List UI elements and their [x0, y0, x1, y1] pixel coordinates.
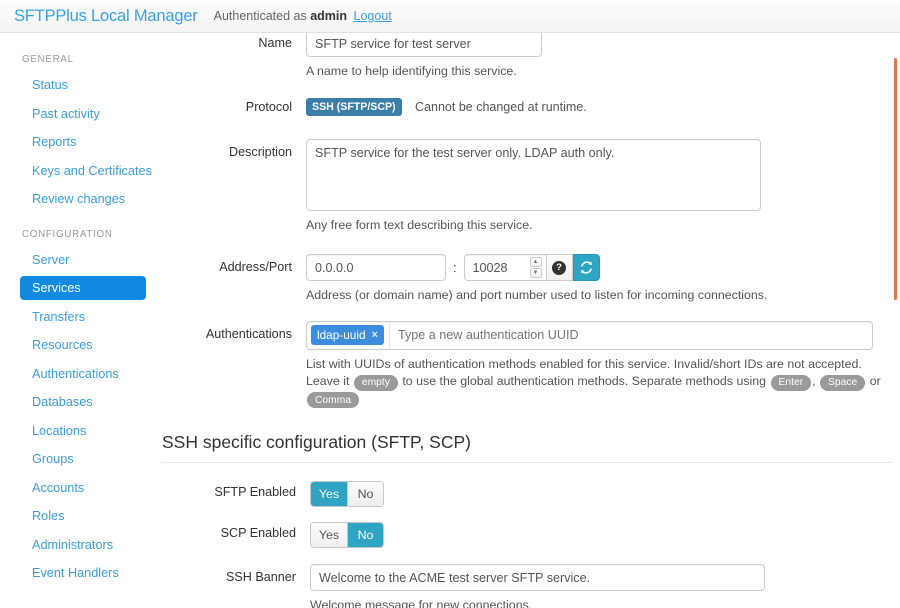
sidebar-section-configuration-label: CONFIGURATION — [0, 216, 158, 248]
kbd-comma-badge: Comma — [307, 392, 359, 408]
sidebar-item-event-handlers[interactable]: Event Handlers — [10, 561, 146, 585]
ssh-banner-field-wrap: Welcome message for new connections. — [310, 564, 892, 608]
auth-username: admin — [310, 9, 347, 23]
app-brand-title[interactable]: SFTPPlus Local Manager — [14, 7, 198, 26]
auth-help-part2: to use the global authentication methods… — [402, 374, 766, 388]
sftp-enabled-yes-option[interactable]: Yes — [311, 482, 347, 506]
form-row-description: Description SFTP service for the test se… — [158, 139, 892, 235]
sidebar-nav: GENERAL Status Past activity Reports Key… — [0, 33, 158, 608]
description-help-text: Any free form text describing this servi… — [306, 217, 892, 235]
scp-enabled-no-option[interactable]: No — [347, 523, 383, 547]
form-row-protocol: Protocol SSH (SFTP/SCP) Cannot be change… — [158, 98, 892, 116]
auth-help-or: or — [870, 374, 881, 388]
logout-link[interactable]: Logout — [354, 9, 392, 23]
authentications-help-text: List with UUIDs of authentication method… — [306, 356, 892, 409]
service-config-form: Name A name to help identifying this ser… — [158, 33, 892, 608]
authentications-token-input[interactable]: ldap-uuid × — [306, 321, 873, 350]
sidebar-item-services[interactable]: Services — [20, 276, 146, 300]
refresh-icon — [579, 260, 594, 275]
sidebar-item-authentications[interactable]: Authentications — [10, 362, 146, 386]
top-header-bar: SFTPPlus Local Manager Authenticated as … — [0, 0, 900, 33]
authentications-label: Authentications — [158, 321, 306, 341]
form-row-sftp-enabled: SFTP Enabled Yes No — [162, 481, 892, 507]
sidebar-item-keys-and-certificates[interactable]: Keys and Certificates — [10, 159, 146, 183]
sftp-enabled-label: SFTP Enabled — [162, 481, 310, 499]
page-scrollbar-thumb[interactable] — [894, 58, 897, 300]
auth-prefix-label: Authenticated as — [214, 9, 307, 23]
address-port-field-wrap: : ▲ ▼ ? — [306, 254, 892, 305]
ssh-banner-help-text: Welcome message for new connections. — [310, 597, 892, 608]
port-input-wrap: ▲ ▼ — [464, 254, 546, 281]
ssh-section-divider — [162, 462, 892, 463]
sidebar-item-transfers[interactable]: Transfers — [10, 305, 146, 329]
kbd-empty-badge: empty — [354, 375, 398, 391]
question-mark-icon: ? — [552, 261, 566, 275]
auth-status: Authenticated as admin Logout — [214, 9, 392, 23]
token-remove-icon[interactable]: × — [372, 329, 378, 341]
address-input[interactable] — [306, 254, 446, 281]
name-label: Name — [158, 33, 306, 50]
stepper-up-icon[interactable]: ▲ — [530, 257, 542, 267]
kbd-space-badge: Space — [820, 375, 865, 391]
address-port-group: : ▲ ▼ ? — [306, 254, 892, 281]
new-authentication-uuid-input[interactable] — [389, 322, 868, 349]
protocol-badge: SSH (SFTP/SCP) — [306, 98, 402, 116]
name-input[interactable] — [306, 33, 542, 57]
address-port-label: Address/Port — [158, 254, 306, 274]
form-row-address-port: Address/Port : ▲ ▼ ? — [158, 254, 892, 305]
address-port-help-text: Address (or domain name) and port number… — [306, 287, 892, 305]
ssh-banner-input[interactable] — [310, 564, 765, 591]
sftp-enabled-toggle[interactable]: Yes No — [310, 481, 384, 507]
ssh-banner-label: SSH Banner — [162, 564, 310, 584]
authentications-field-wrap: ldap-uuid × List with UUIDs of authentic… — [306, 321, 892, 409]
sidebar-item-server[interactable]: Server — [10, 248, 146, 272]
description-field-wrap: SFTP service for the test server only. L… — [306, 139, 892, 235]
sidebar-item-review-changes[interactable]: Review changes — [10, 187, 146, 211]
token-label: ldap-uuid — [317, 328, 366, 342]
name-help-text: A name to help identifying this service. — [306, 63, 892, 81]
sidebar-item-resources[interactable]: Resources — [10, 333, 146, 357]
token-chip[interactable]: ldap-uuid × — [311, 325, 384, 345]
scp-enabled-field-wrap: Yes No — [310, 522, 892, 548]
sftp-enabled-field-wrap: Yes No — [310, 481, 892, 507]
protocol-note-text: Cannot be changed at runtime. — [415, 100, 587, 114]
kbd-enter-badge: Enter — [771, 375, 812, 391]
scp-enabled-yes-option[interactable]: Yes — [311, 523, 347, 547]
protocol-field-wrap: SSH (SFTP/SCP) Cannot be changed at runt… — [306, 98, 892, 116]
protocol-label: Protocol — [158, 98, 306, 114]
sftp-enabled-no-option[interactable]: No — [347, 482, 383, 506]
sidebar-section-general-label: GENERAL — [0, 54, 158, 73]
stepper-down-icon[interactable]: ▼ — [530, 268, 542, 278]
name-field-wrap: A name to help identifying this service. — [306, 33, 892, 81]
form-row-name: Name A name to help identifying this ser… — [158, 33, 892, 81]
sidebar-item-reports[interactable]: Reports — [10, 130, 146, 154]
sidebar-item-groups[interactable]: Groups — [10, 447, 146, 471]
address-port-separator: : — [453, 261, 457, 275]
sidebar-item-locations[interactable]: Locations — [10, 419, 146, 443]
sidebar-item-administrators[interactable]: Administrators — [10, 533, 146, 557]
sidebar-item-databases[interactable]: Databases — [10, 390, 146, 414]
sidebar-item-accounts[interactable]: Accounts — [10, 476, 146, 500]
port-stepper[interactable]: ▲ ▼ — [530, 257, 542, 278]
ssh-section-title: SSH specific configuration (SFTP, SCP) — [162, 432, 892, 462]
port-help-button[interactable]: ? — [546, 254, 573, 281]
sidebar-item-roles[interactable]: Roles — [10, 504, 146, 528]
form-row-scp-enabled: SCP Enabled Yes No — [162, 522, 892, 548]
sidebar-item-past-activity[interactable]: Past activity — [10, 102, 146, 126]
description-textarea[interactable]: SFTP service for the test server only. L… — [306, 139, 761, 211]
form-row-authentications: Authentications ldap-uuid × List with UU… — [158, 321, 892, 409]
description-label: Description — [158, 139, 306, 159]
ssh-section: SSH specific configuration (SFTP, SCP) S… — [158, 432, 892, 608]
sidebar-item-status[interactable]: Status — [10, 73, 146, 97]
auth-help-comma: , — [812, 374, 815, 388]
scp-enabled-label: SCP Enabled — [162, 522, 310, 540]
scp-enabled-toggle[interactable]: Yes No — [310, 522, 384, 548]
form-row-ssh-banner: SSH Banner Welcome message for new conne… — [162, 564, 892, 608]
port-refresh-button[interactable] — [573, 254, 600, 281]
page-scrollbar-track[interactable] — [891, 33, 900, 608]
